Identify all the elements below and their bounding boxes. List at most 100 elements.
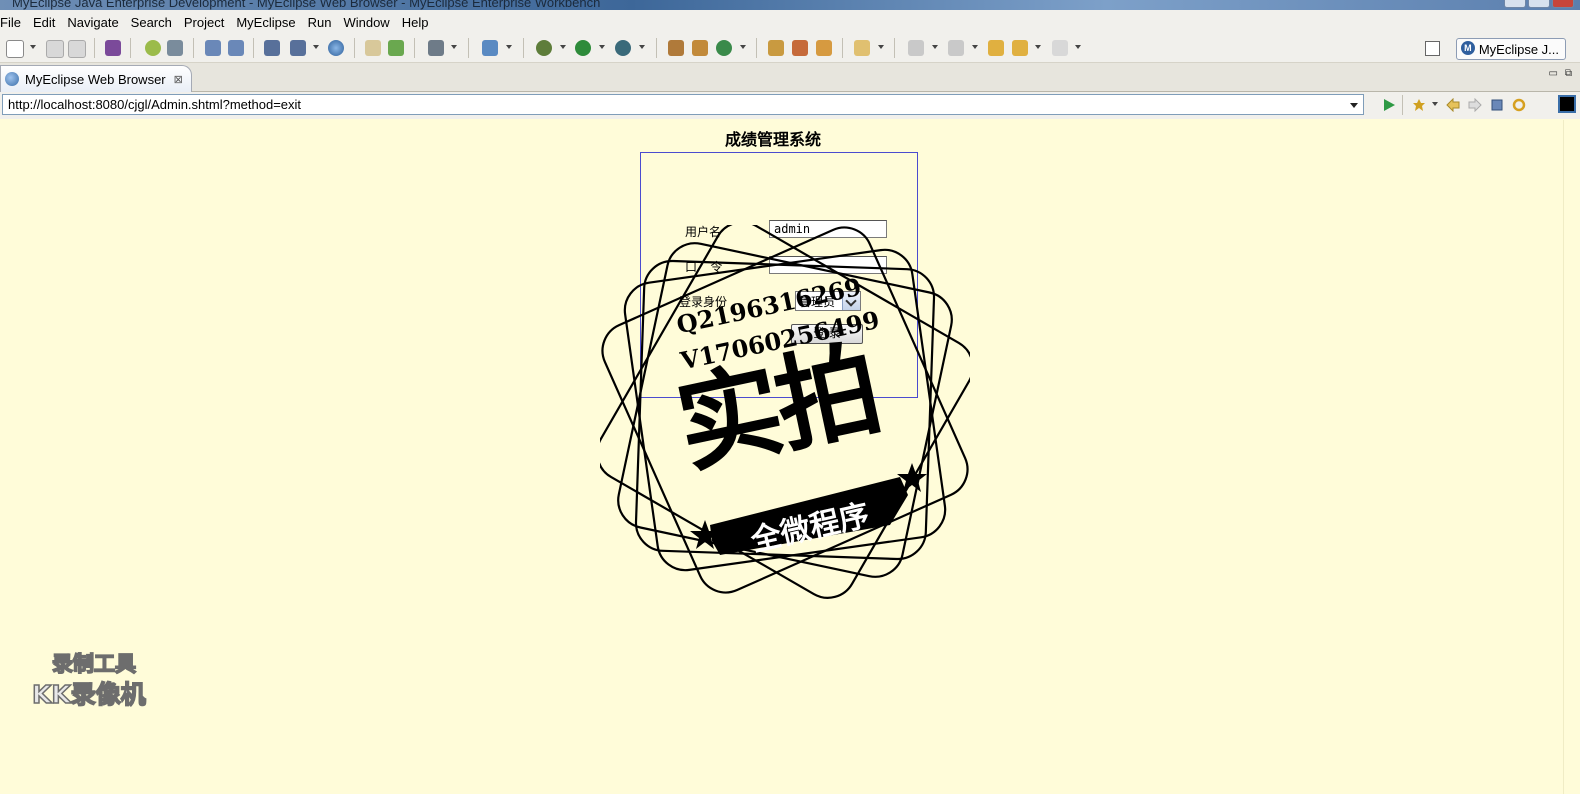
perspective-switcher[interactable]: M MyEclipse J... [1455,38,1566,60]
open-resource-icon[interactable] [816,40,832,56]
toolbar-separator [523,38,524,58]
role-label: 登录身份 [679,295,728,309]
username-input[interactable]: admin [769,220,887,238]
toolbar-separator [130,38,131,58]
save-all-icon[interactable] [68,40,86,58]
minimize-view-icon[interactable]: ▭ [1549,68,1558,79]
run-dropdown-icon[interactable] [599,45,605,49]
new-java-project-icon[interactable] [668,40,684,56]
new-server-icon[interactable] [264,40,280,56]
username-label: 用户名 [685,225,722,239]
next-annotation-dropdown-icon[interactable] [932,45,938,49]
globe-icon[interactable] [328,40,344,56]
run-server-icon[interactable] [290,40,306,56]
menu-run[interactable]: Run [302,15,338,30]
new-file-icon[interactable] [6,40,24,58]
window-titlebar: MyEclipse Java Enterprise Development - … [0,0,1580,10]
tab-label: MyEclipse Web Browser [25,71,166,87]
stop-icon[interactable] [1490,98,1504,112]
refresh-icon[interactable] [1512,98,1526,112]
search-dropdown-icon[interactable] [878,45,884,49]
toolbar-separator [894,38,895,58]
go-icon[interactable] [1382,98,1396,112]
debug-icon[interactable] [536,40,552,56]
maximize-view-icon[interactable]: ⧉ [1565,68,1572,79]
debug-bug-icon[interactable] [145,40,161,56]
stamp-banner-text: 全微程序 [747,497,873,559]
toolbar-separator [193,38,194,58]
menu-edit[interactable]: Edit [27,15,61,30]
toolbar-separator [354,38,355,58]
new-package-icon[interactable] [692,40,708,56]
external-tools-icon[interactable] [615,40,631,56]
open-perspective-icon[interactable] [1425,41,1440,56]
forward-dropdown-icon[interactable] [1075,45,1081,49]
open-folder-icon[interactable] [365,40,381,56]
page-title: 成绩管理系统 [724,130,821,149]
add-icon[interactable] [388,40,404,56]
server-icon[interactable] [167,40,183,56]
save-icon[interactable] [46,40,64,58]
previous-annotation-dropdown-icon[interactable] [972,45,978,49]
url-input[interactable]: http://localhost:8080/cjgl/Admin.shtml?m… [2,94,1364,115]
toolbar-separator [1402,95,1403,115]
recorder-watermark-line2: KK录像机 [31,679,146,710]
menu-myeclipse[interactable]: MyEclipse [230,15,301,30]
password-label: 口 令 [685,260,723,274]
run-icon[interactable] [575,40,591,56]
minimize-button[interactable] [1504,0,1526,8]
last-edit-location-icon[interactable] [988,40,1004,56]
new-dropdown-icon[interactable] [30,45,36,49]
toolbar-separator [414,38,415,58]
server-dropdown-icon[interactable] [313,45,319,49]
tab-close-icon[interactable]: ⊠ [174,73,183,86]
close-window-button[interactable] [1552,0,1574,8]
menu-project[interactable]: Project [178,15,230,30]
open-type-icon[interactable] [768,40,784,56]
menu-file[interactable]: File [0,15,27,30]
debug-dropdown-icon[interactable] [560,45,566,49]
menu-help[interactable]: Help [396,15,435,30]
favorites-star-icon[interactable] [1412,98,1426,112]
vertical-scrollbar[interactable] [1563,120,1580,794]
maximize-button[interactable] [1528,0,1550,8]
deploy-icon[interactable] [205,40,221,56]
menu-navigate[interactable]: Navigate [61,15,124,30]
new-wizard-dropdown-icon[interactable] [506,45,512,49]
forward-icon[interactable] [1052,40,1068,56]
menu-bar: File Edit Navigate Search Project MyEcli… [0,10,1580,34]
new-class-icon[interactable] [716,40,732,56]
favorites-dropdown-icon[interactable] [1432,102,1438,106]
tab-web-browser[interactable]: MyEclipse Web Browser ⊠ [0,65,192,92]
window-title: MyEclipse Java Enterprise Development - … [12,0,601,10]
password-input[interactable] [769,256,887,274]
menu-search[interactable]: Search [125,15,178,30]
new-wizard-icon[interactable] [482,40,498,56]
new-class-dropdown-icon[interactable] [740,45,746,49]
previous-annotation-icon[interactable] [948,40,964,56]
external-tools-dropdown-icon[interactable] [639,45,645,49]
package-icon[interactable] [105,40,121,56]
menu-window[interactable]: Window [337,15,395,30]
login-button[interactable]: 登 录 [791,324,863,344]
screenshot-icon[interactable] [428,40,444,56]
browser-mode-icon[interactable] [1558,95,1576,113]
toolbar-separator [468,38,469,58]
toolbar-separator [94,38,95,58]
window-controls [1504,0,1574,8]
search-folder-icon[interactable] [854,40,870,56]
chevron-down-icon[interactable] [842,292,860,310]
back-arrow-icon[interactable] [1446,98,1460,112]
open-task-icon[interactable] [792,40,808,56]
screenshot-dropdown-icon[interactable] [451,45,457,49]
globe-icon [5,72,19,86]
back-dropdown-icon[interactable] [1035,45,1041,49]
back-icon[interactable] [1012,40,1028,56]
browser-viewport: 成绩管理系统 用户名 admin 口 令 登录身份 管理员 登 录 Q21963… [0,120,1580,794]
url-history-dropdown-icon[interactable] [1350,103,1358,108]
undeploy-icon[interactable] [228,40,244,56]
next-annotation-icon[interactable] [908,40,924,56]
myeclipse-logo-icon: M [1460,41,1475,55]
role-select[interactable]: 管理员 [795,291,861,311]
forward-arrow-icon[interactable] [1468,98,1482,112]
